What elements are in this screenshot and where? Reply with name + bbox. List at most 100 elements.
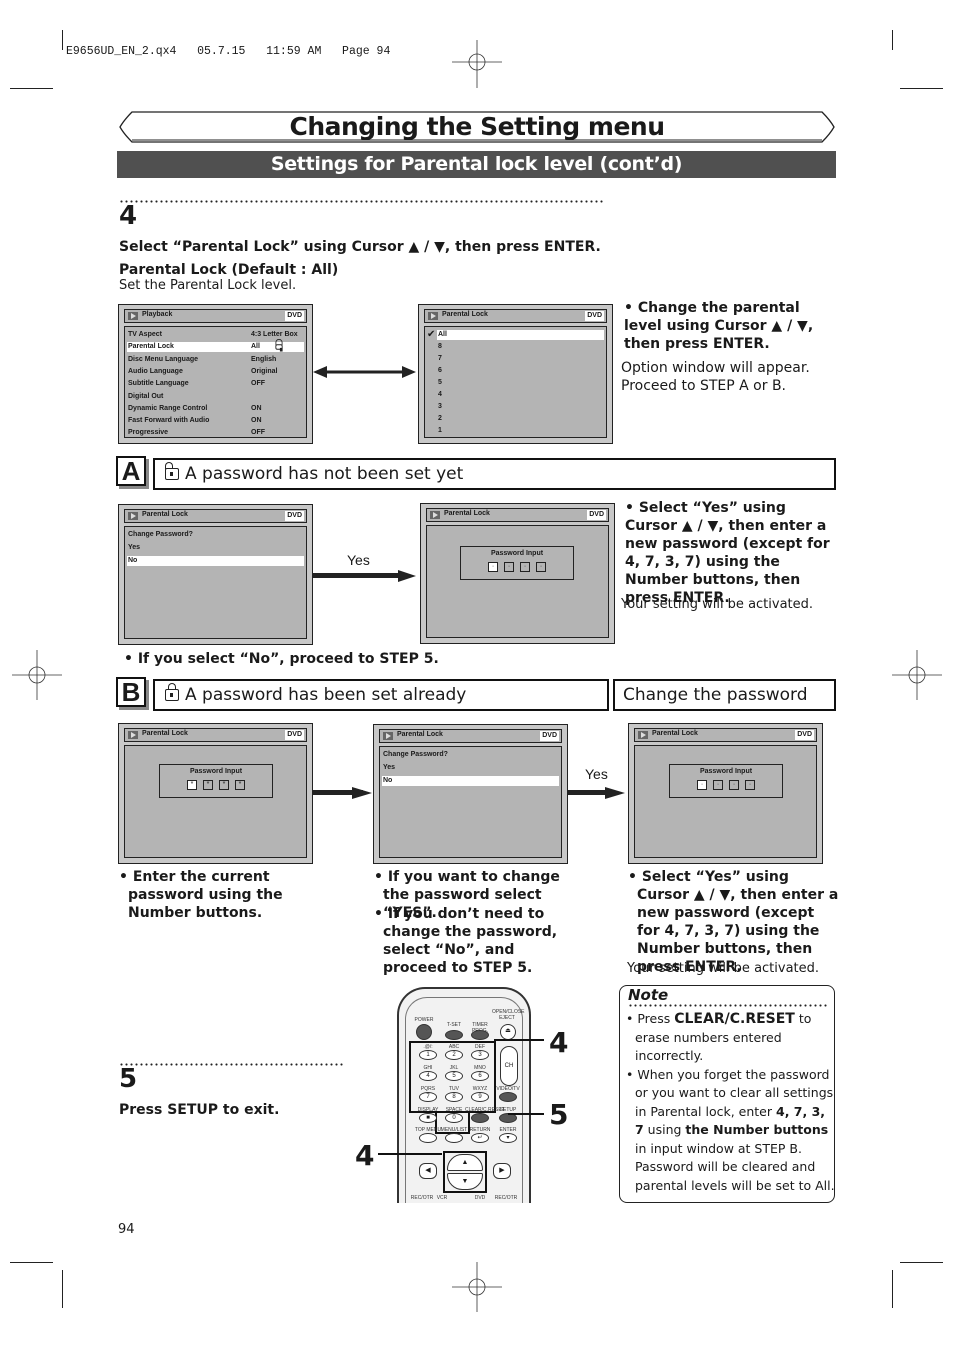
- osd-row-value: 4:3 Letter Box: [251, 331, 298, 338]
- remote-label: OPEN/CLOSE EJECT: [492, 1009, 525, 1021]
- dvd-badge: DVD: [285, 311, 304, 321]
- crop-mark: [900, 1262, 943, 1263]
- dvd-badge: DVD: [585, 311, 604, 321]
- section-b-side-heading: Change the password: [613, 679, 836, 711]
- clear-button: [471, 1113, 489, 1123]
- password-digit: ·: [729, 780, 739, 790]
- key-3: 3: [471, 1050, 489, 1060]
- section-subtitle: Settings for Parental lock level (cont’d…: [117, 151, 836, 178]
- osd-menu-row: Digital Out: [127, 392, 304, 402]
- osd-menu-row: Disc Menu Language English: [127, 355, 304, 365]
- password-digit: ·: [713, 780, 723, 790]
- display-button: ■: [419, 1113, 437, 1123]
- print-header: E9656UD_EN_2.qx4 05.7.15 11:59 AM Page 9…: [66, 45, 391, 58]
- ch-rocker: CH: [500, 1046, 518, 1086]
- eject-button: ⏏: [500, 1024, 516, 1040]
- dvd-badge: DVD: [795, 730, 814, 740]
- osd-question: Change Password?: [128, 531, 193, 538]
- osd-row-label: Audio Language: [128, 367, 183, 375]
- section-b-heading: A password has been set already: [153, 679, 609, 711]
- osd-title: Parental Lock: [397, 731, 443, 738]
- dvd-badge: DVD: [285, 511, 304, 521]
- key-8: 8: [445, 1092, 463, 1102]
- page-title-banner: Changing the Setting menu: [118, 110, 836, 144]
- osd-screen-current-password: Parental Lock DVD Password Input * * * *: [118, 723, 313, 864]
- crop-mark: [900, 88, 943, 89]
- step4-desc: Set the Parental Lock level.: [119, 278, 297, 293]
- osd-level-row: 8: [438, 343, 442, 350]
- osd-screen-change-password: Parental Lock DVD Change Password? Yes N…: [373, 724, 568, 864]
- note-title: Note: [628, 986, 669, 1004]
- osd-title: Parental Lock: [444, 510, 490, 517]
- arrow-label-yes: Yes: [585, 766, 608, 782]
- crop-mark: [10, 88, 53, 89]
- section-a-result: Your setting will be activated.: [621, 597, 814, 612]
- osd-row-label: Disc Menu Language: [128, 355, 199, 363]
- osd-title: Parental Lock: [652, 730, 698, 737]
- section-a-bullet: • Select “Yes” using Cursor ▲ / ▼, then …: [625, 500, 830, 606]
- section-a-badge: A: [116, 456, 146, 486]
- note-box: Note • Press CLEAR/C.RESET to erase numb…: [619, 985, 835, 1203]
- password-digit: *: [235, 780, 245, 790]
- osd-screen-parental-levels: Parental Lock DVD All ✔ 8 7 6 5 4 3 2 1: [418, 304, 613, 444]
- osd-row-value: ON: [251, 417, 262, 425]
- note-text: Press: [637, 1011, 675, 1026]
- step-divider: [119, 1063, 344, 1066]
- osd-title: Playback: [142, 311, 173, 318]
- osd-level-list: All ✔ 8 7 6 5 4 3 2 1: [424, 326, 607, 438]
- osd-row-label: Progressive: [128, 429, 169, 437]
- step-number: 5: [119, 1064, 138, 1094]
- osd-row-label: TV Aspect: [128, 331, 162, 338]
- key-7: 7: [419, 1092, 437, 1102]
- step4-bullet: • Change the parental level using Cursor…: [624, 300, 814, 352]
- password-digit: *: [187, 780, 197, 790]
- registration-mark: [892, 650, 942, 700]
- osd-row-value: ON: [251, 404, 262, 412]
- osd-title: Parental Lock: [442, 311, 488, 318]
- arrow-head-icon: [352, 787, 372, 799]
- crop-mark: [62, 30, 63, 50]
- password-input-label: Password Input: [490, 550, 544, 557]
- password-input-label: Password Input: [189, 768, 243, 775]
- section-b-heading-text: A password has been set already: [185, 685, 467, 705]
- note-item: • Press CLEAR/C.RESET to erase numbers e…: [626, 1011, 812, 1063]
- osd-level-row: 5: [438, 379, 442, 386]
- page-number: 94: [118, 1222, 135, 1237]
- note-divider: [628, 1004, 828, 1007]
- osd-menu-row: Subtitle Language OFF: [127, 379, 304, 389]
- osd-title: Parental Lock: [142, 511, 188, 518]
- remote-label: POWER: [414, 1017, 434, 1023]
- osd-row-value: OFF: [251, 429, 265, 437]
- note-text: using: [643, 1122, 686, 1137]
- osd-level-row: All: [437, 330, 604, 340]
- osd-level-row: 4: [438, 391, 442, 398]
- step5-instruction: Press SETUP to exit.: [119, 1102, 280, 1118]
- registration-mark: [452, 1262, 502, 1312]
- unlocked-padlock-icon: [275, 339, 283, 352]
- note-key: CLEAR/C.RESET: [674, 1011, 795, 1027]
- note-item: • When you forget the password or you wa…: [626, 1066, 835, 1193]
- cursor-left-button: ◀: [419, 1163, 437, 1179]
- crop-mark: [892, 1270, 893, 1308]
- section-a-bullet-text: Select “Yes” using Cursor ▲ / ▼, then en…: [625, 500, 830, 606]
- note-key: the Number buttons: [685, 1122, 829, 1137]
- osd-row-label: Subtitle Language: [128, 380, 189, 388]
- crop-mark: [892, 30, 893, 50]
- arrow-label-yes: Yes: [347, 552, 370, 568]
- registration-mark: [12, 650, 62, 700]
- section-b-badge: B: [116, 677, 146, 707]
- key-6: 6: [471, 1071, 489, 1081]
- crop-mark: [10, 1262, 53, 1263]
- section-a-heading-text: A password has not been set yet: [185, 464, 464, 484]
- menu-list-button: [445, 1133, 463, 1143]
- osd-level-row: 1: [438, 427, 442, 434]
- osd-screen-change-password: Parental Lock DVD Change Password? Yes N…: [118, 504, 313, 645]
- step4-bullet-text: Change the parental level using Cursor ▲…: [624, 300, 814, 352]
- osd-option-no: No: [127, 556, 304, 566]
- password-input-box: Password Input · · · ·: [460, 546, 574, 580]
- section-b-col2b-text: If you don’t need to change the password…: [383, 906, 558, 976]
- page-title: Changing the Setting menu: [289, 112, 665, 141]
- callout-step-4-cursor: 4: [355, 1139, 375, 1172]
- osd-title: Parental Lock: [142, 730, 188, 737]
- osd-row-value: All: [251, 343, 260, 351]
